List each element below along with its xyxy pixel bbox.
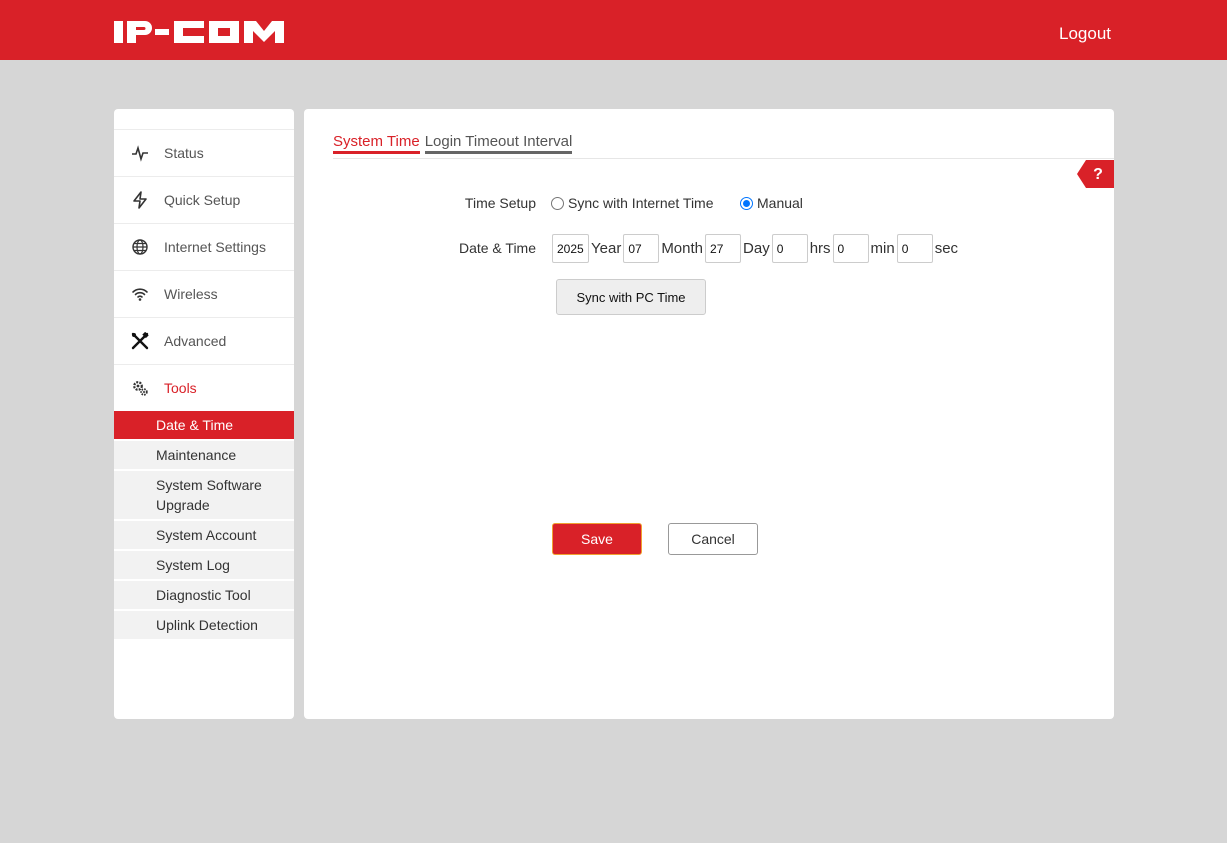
sidebar-item-status[interactable]: Status (114, 129, 294, 176)
sidebar: Status Quick Setup Internet Settings Wir… (114, 109, 294, 719)
submenu-item-diagnostic-tool[interactable]: Diagnostic Tool (114, 581, 294, 610)
radio-manual[interactable]: Manual (740, 195, 803, 211)
save-button[interactable]: Save (552, 523, 642, 555)
radio-label: Manual (757, 195, 803, 211)
globe-icon (130, 237, 150, 257)
sidebar-item-quick-setup[interactable]: Quick Setup (114, 176, 294, 223)
seconds-unit: sec (934, 240, 959, 257)
sidebar-item-label: Tools (164, 380, 197, 396)
cancel-button[interactable]: Cancel (668, 523, 758, 555)
lightning-icon (130, 190, 150, 210)
help-label: ? (1093, 166, 1103, 183)
date-time-fields: Year Month Day hrs min sec (552, 234, 960, 263)
radio-label: Sync with Internet Time (568, 195, 714, 211)
minutes-unit: min (870, 240, 895, 257)
gears-icon (130, 378, 150, 398)
sync-pc-time-button[interactable]: Sync with PC Time (556, 279, 706, 315)
top-bar: Logout (0, 0, 1227, 60)
time-setup-label: Time Setup (464, 195, 536, 211)
sidebar-item-internet-settings[interactable]: Internet Settings (114, 223, 294, 270)
ip-com-logo (114, 21, 284, 43)
month-input[interactable] (623, 234, 660, 263)
tab-login-timeout-interval[interactable]: Login Timeout Interval (424, 133, 573, 154)
logout-link[interactable]: Logout (1059, 24, 1111, 44)
year-input[interactable] (552, 234, 589, 263)
radio-dot[interactable] (551, 196, 564, 210)
radio-dot[interactable] (740, 196, 753, 210)
submenu-item-uplink-detection[interactable]: Uplink Detection (114, 611, 294, 640)
sidebar-item-label: Wireless (164, 286, 218, 302)
year-unit: Year (591, 240, 622, 257)
hours-input[interactable] (771, 234, 808, 263)
tools-icon (130, 331, 150, 351)
hours-unit: hrs (809, 240, 831, 257)
sidebar-item-label: Internet Settings (164, 239, 266, 255)
help-icon[interactable]: ? (1077, 160, 1114, 188)
month-unit: Month (661, 240, 704, 257)
main-panel: System Time Login Timeout Interval ? Tim… (304, 109, 1114, 719)
tab-divider (333, 158, 1114, 159)
day-input[interactable] (705, 234, 742, 263)
sidebar-item-label: Quick Setup (164, 192, 241, 208)
sidebar-item-wireless[interactable]: Wireless (114, 270, 294, 317)
tab-system-time[interactable]: System Time (333, 133, 420, 154)
sidebar-item-advanced[interactable]: Advanced (114, 317, 294, 364)
submenu-item-system-log[interactable]: System Log (114, 551, 294, 580)
radio-sync-internet-time[interactable]: Sync with Internet Time (551, 195, 714, 211)
minutes-input[interactable] (832, 234, 869, 263)
tab-bar: System Time Login Timeout Interval (333, 133, 577, 154)
submenu-item-maintenance[interactable]: Maintenance (114, 441, 294, 470)
submenu-item-system-account[interactable]: System Account (114, 521, 294, 550)
sidebar-item-tools[interactable]: Tools (114, 364, 294, 411)
date-time-label: Date & Time (458, 240, 536, 256)
sidebar-item-label: Advanced (164, 333, 227, 349)
seconds-input[interactable] (896, 234, 933, 263)
wifi-icon (130, 284, 150, 304)
sidebar-item-label: Status (164, 145, 204, 161)
submenu-item-system-software-upgrade[interactable]: System Software Upgrade (114, 471, 294, 520)
day-unit: Day (743, 240, 770, 257)
activity-icon (130, 143, 150, 163)
submenu-item-date-time[interactable]: Date & Time (114, 411, 294, 440)
